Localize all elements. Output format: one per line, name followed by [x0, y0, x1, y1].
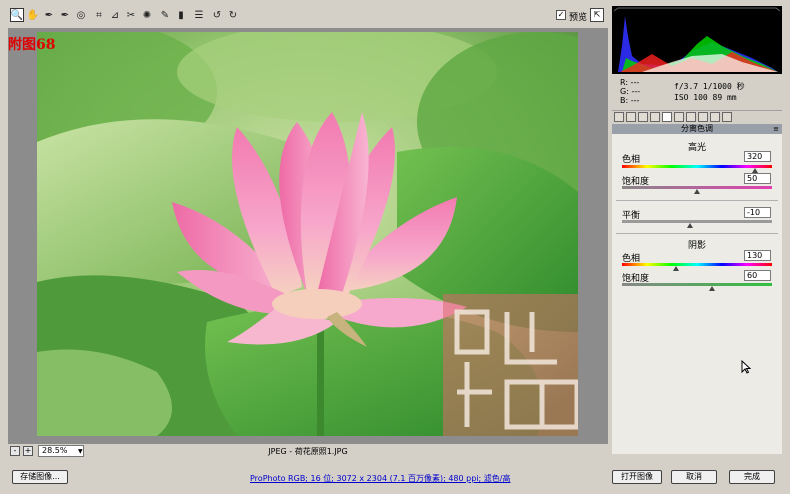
split-toning-tab-icon[interactable]: [662, 112, 672, 122]
panel-header: 分离色调 ≡: [612, 124, 782, 134]
divider: [616, 233, 778, 234]
effects-tab-icon[interactable]: [686, 112, 696, 122]
red-eye-tool-icon[interactable]: ✺: [140, 8, 154, 22]
highlight-hue-label: 色相: [622, 155, 641, 165]
highlight-sat-input[interactable]: 50: [744, 173, 771, 184]
snapshots-tab-icon[interactable]: [722, 112, 732, 122]
workflow-options-link[interactable]: ProPhoto RGB; 16 位; 3072 x 2304 (7.1 百万像…: [250, 473, 510, 484]
tone-curve-tab-icon[interactable]: [626, 112, 636, 122]
color-sampler-tool-icon[interactable]: ✒: [58, 8, 72, 22]
presets-tab-icon[interactable]: [710, 112, 720, 122]
balance-thumb[interactable]: [686, 223, 693, 228]
spot-removal-tool-icon[interactable]: ✂: [124, 8, 138, 22]
highlight-hue-slider[interactable]: [622, 165, 772, 168]
page-number-title: 第80页: [732, 11, 775, 26]
file-name-caption: JPEG - 荷花原照1.JPG: [268, 447, 348, 456]
figure-label: 附图68: [8, 37, 56, 53]
hsl-tab-icon[interactable]: [650, 112, 660, 122]
camera-calibration-tab-icon[interactable]: [698, 112, 708, 122]
done-button[interactable]: 完成: [729, 470, 775, 484]
image-canvas[interactable]: [8, 28, 608, 444]
divider: [616, 200, 778, 201]
cancel-button[interactable]: 取消: [671, 470, 717, 484]
balance-slider[interactable]: [622, 220, 772, 223]
highlight-hue-input[interactable]: 320: [744, 151, 771, 162]
split-toning-panel: 高光 色相 320 饱和度 50 平衡 -10 阴影 色相 130 饱和度 60: [612, 134, 782, 454]
preview-checkbox[interactable]: ✓: [556, 10, 566, 20]
detail-tab-icon[interactable]: [638, 112, 648, 122]
rotate-left-tool-icon[interactable]: ↺: [210, 8, 224, 22]
b-readout: B: ---: [620, 96, 640, 105]
panel-tabs: [612, 111, 782, 123]
basic-tab-icon[interactable]: [614, 112, 624, 122]
graduated-filter-tool-icon[interactable]: ▮: [174, 8, 188, 22]
preferences-tool-icon[interactable]: ☰: [192, 8, 206, 22]
rotate-right-tool-icon[interactable]: ↻: [226, 8, 240, 22]
pixel-info: R: --- G: --- B: --- f/3.7 1/1000 秒 ISO …: [612, 74, 782, 111]
preview-label: 预览: [569, 13, 588, 23]
shadow-hue-input[interactable]: 130: [744, 250, 771, 261]
save-image-button[interactable]: 存储图像...: [12, 470, 68, 484]
panel-title: 分离色调: [681, 124, 713, 133]
shadow-sat-input[interactable]: 60: [744, 270, 771, 281]
adjustment-brush-tool-icon[interactable]: ✎: [158, 8, 172, 22]
toolbar: 🔍 ✋ ✒ ✒ ◎ ⌗ ⊿ ✂ ✺ ✎ ▮ ☰ ↺ ↻ ✓ 预览 ⇱: [0, 0, 610, 28]
fullscreen-toggle-icon[interactable]: ⇱: [590, 8, 604, 22]
mouse-cursor-icon: [741, 360, 751, 374]
targeted-adjustment-tool-icon[interactable]: ◎: [74, 8, 88, 22]
iso-focal: ISO 100 89 mm: [674, 93, 737, 102]
balance-input[interactable]: -10: [744, 207, 771, 218]
panel-menu-icon[interactable]: ≡: [773, 124, 779, 134]
shadow-sat-thumb[interactable]: [709, 286, 715, 291]
hand-tool-icon[interactable]: ✋: [26, 8, 40, 22]
zoom-bar: - + 28.5% ▼ JPEG - 荷花原照1.JPG: [8, 444, 608, 460]
white-balance-tool-icon[interactable]: ✒: [42, 8, 56, 22]
r-readout: R: ---: [620, 78, 640, 87]
g-readout: G: ---: [620, 87, 641, 96]
zoom-tool-icon[interactable]: 🔍: [10, 8, 24, 22]
lens-corrections-tab-icon[interactable]: [674, 112, 684, 122]
crop-tool-icon[interactable]: ⌗: [92, 8, 106, 22]
shadow-hue-thumb[interactable]: [673, 266, 680, 271]
aperture-shutter: f/3.7 1/1000 秒: [674, 82, 745, 91]
straighten-tool-icon[interactable]: ⊿: [108, 8, 122, 22]
shadow-hue-slider[interactable]: [622, 263, 772, 266]
highlight-sat-thumb[interactable]: [694, 189, 700, 194]
open-image-button[interactable]: 打开图像: [612, 470, 662, 484]
bottom-bar: 存储图像... ProPhoto RGB; 16 位; 3072 x 2304 …: [0, 462, 790, 494]
lotus-photo: [37, 32, 578, 436]
shadow-sat-slider[interactable]: [622, 283, 772, 286]
